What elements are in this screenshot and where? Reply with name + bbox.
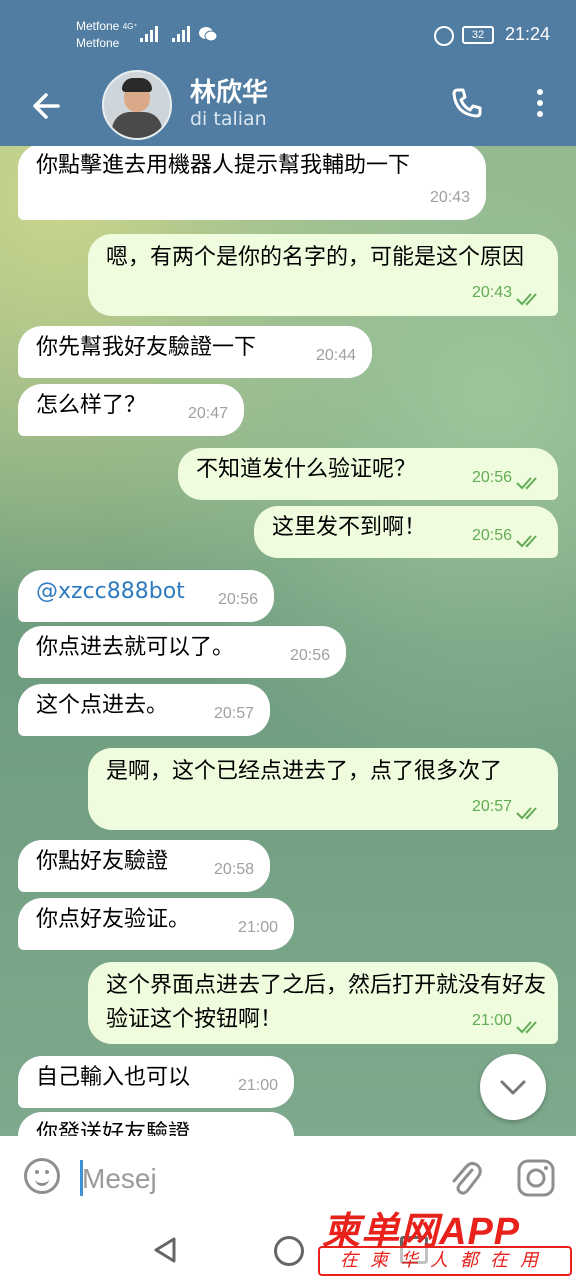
message-time: 20:56	[289, 647, 330, 664]
camera-icon[interactable]	[516, 1158, 556, 1198]
scroll-down-button[interactable]	[480, 1054, 546, 1120]
message-time: 20:58	[213, 861, 254, 878]
chevron-down-icon	[500, 1080, 526, 1095]
message-text: 你發送好友驗證	[36, 1121, 191, 1136]
double-check-icon	[516, 1021, 537, 1034]
wechat-icon	[199, 27, 218, 42]
message-incoming[interactable]: @xzcc888bot 20:56	[18, 570, 274, 622]
alarm-icon	[434, 26, 454, 46]
double-check-icon	[516, 293, 537, 306]
message-incoming[interactable]: 你点进去就可以了。 20:56	[18, 626, 346, 678]
message-incoming[interactable]: 这个点进去。 20:57	[18, 684, 270, 736]
message-time: 20:43	[429, 189, 470, 206]
message-time: 20:56	[471, 527, 512, 544]
battery-icon: 32	[462, 26, 494, 44]
message-text: 你点进去就可以了。	[36, 635, 235, 660]
clock: 21:24	[504, 24, 550, 44]
paperclip-icon[interactable]	[446, 1156, 482, 1198]
message-incoming[interactable]: 怎么样了？ 20:47	[18, 384, 244, 436]
contact-name[interactable]: 林欣华	[190, 72, 268, 109]
message-list[interactable]: 你點擊進去用機器人提示幫我輔助一下 20:43 嗯，有两个是你的名字的，可能是这…	[0, 146, 576, 1136]
chat-header: 林欣华 di talian	[0, 70, 576, 146]
signal-icon	[140, 26, 160, 42]
emoji-icon[interactable]	[24, 1158, 60, 1194]
watermark-slogan: 在柬华人都在用	[318, 1246, 572, 1276]
nav-home-icon[interactable]	[274, 1236, 304, 1266]
message-time: 20:56	[217, 591, 258, 608]
carrier-info: Metfone 4G⁺ Metfone	[76, 18, 138, 52]
double-check-icon	[516, 807, 537, 820]
message-outgoing[interactable]: 是啊，这个已经点进去了，点了很多次了 20:57	[88, 748, 558, 830]
message-text: 你先幫我好友驗證一下	[36, 335, 257, 360]
phone-icon[interactable]	[450, 86, 484, 120]
message-input[interactable]	[80, 1158, 414, 1200]
message-outgoing[interactable]: 这个界面点进去了之后，然后打开就没有好友验证这个按钮啊！ 21:00	[88, 962, 558, 1044]
message-time: 20:44	[315, 347, 356, 364]
message-text: 是啊，这个已经点进去了，点了很多次了	[106, 759, 503, 784]
message-time: 20:43	[471, 284, 512, 301]
message-time: 21:00	[237, 1077, 278, 1094]
double-check-icon	[516, 477, 537, 490]
status-bar: Metfone 4G⁺ Metfone 32 21:24	[0, 0, 576, 70]
message-time: 20:56	[471, 469, 512, 486]
double-check-icon	[516, 535, 537, 548]
message-text: 你點擊進去用機器人提示幫我輔助一下	[36, 153, 411, 178]
message-outgoing[interactable]: 嗯，有两个是你的名字的，可能是这个原因 20:43	[88, 234, 558, 316]
signal-2-icon	[172, 26, 192, 42]
text-caret	[80, 1160, 83, 1196]
more-vertical-icon[interactable]	[530, 86, 550, 120]
message-incoming[interactable]: 你先幫我好友驗證一下 20:44	[18, 326, 372, 378]
message-time: 21:00	[471, 1012, 512, 1029]
nav-back-icon[interactable]	[152, 1236, 178, 1264]
message-incoming[interactable]: 自己輸入也可以 21:00	[18, 1056, 294, 1108]
message-time: 20:47	[187, 405, 228, 422]
watermark: 柬单网APP 在柬华人都在用	[318, 1200, 574, 1278]
message-incoming[interactable]: 你點擊進去用機器人提示幫我輔助一下 20:43	[18, 146, 486, 220]
arrow-left-icon[interactable]	[26, 86, 66, 126]
message-time: 21:00	[237, 919, 278, 936]
avatar[interactable]	[102, 70, 172, 140]
contact-status: di talian	[190, 108, 267, 130]
carrier-1: Metfone	[76, 19, 120, 33]
message-outgoing[interactable]: 这里发不到啊！ 20:56	[254, 506, 558, 558]
message-time: 20:57	[213, 705, 254, 722]
message-outgoing[interactable]: 不知道发什么验证呢？ 20:56	[178, 448, 558, 500]
message-incoming[interactable]: 你點好友驗證 20:58	[18, 840, 270, 892]
message-incoming[interactable]: 你点好友验证。 21:00	[18, 898, 294, 950]
carrier-2: Metfone	[76, 36, 120, 50]
network-type: 4G⁺	[122, 22, 138, 31]
message-time: 20:57	[471, 798, 512, 815]
message-text: 嗯，有两个是你的名字的，可能是这个原因	[106, 245, 525, 270]
message-incoming[interactable]: 你發送好友驗證	[18, 1112, 294, 1136]
